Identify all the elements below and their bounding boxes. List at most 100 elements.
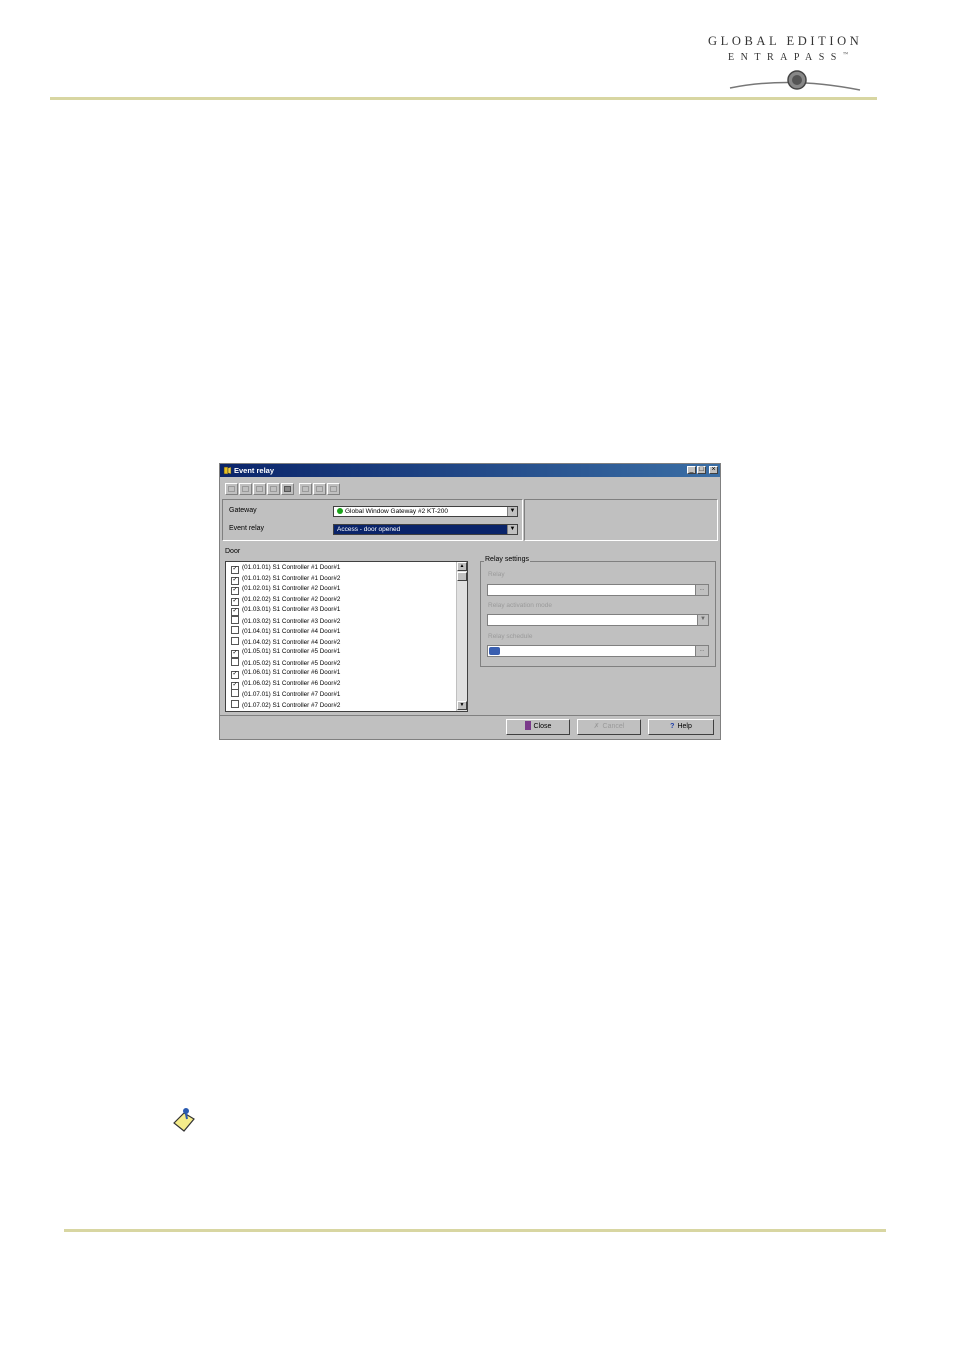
filter-icon: [316, 486, 323, 492]
maximize-button[interactable]: □: [697, 466, 706, 474]
browse-relay-button[interactable]: ...: [695, 585, 708, 595]
checkbox-unchecked-icon[interactable]: [231, 615, 239, 624]
delete-icon: [270, 486, 277, 492]
chevron-down-icon[interactable]: ▼: [697, 615, 708, 625]
find-tool[interactable]: [327, 483, 340, 495]
door-exit-icon: [524, 721, 531, 730]
binoculars-icon: [330, 486, 337, 492]
save-icon: [242, 486, 249, 492]
copy-tool[interactable]: [253, 483, 266, 495]
new-icon: [228, 486, 235, 492]
delete-tool[interactable]: [267, 483, 280, 495]
list-tool[interactable]: [299, 483, 312, 495]
door-list-item[interactable]: ✓ (01.02.01) S1 Controller #2 Door#1: [231, 584, 341, 595]
door-list-item-label: (01.05.02) S1 Controller #5 Door#2: [242, 659, 341, 667]
link-icon: [284, 486, 291, 492]
gateway-value: Global Window Gateway #2 KT-200: [345, 508, 448, 515]
relay-schedule-field[interactable]: ...: [487, 645, 709, 657]
relay-activation-mode-label: Relay activation mode: [488, 602, 552, 609]
relay-activation-mode-select[interactable]: ▼: [487, 614, 709, 626]
event-relay-select[interactable]: Access - door opened ▼: [333, 524, 518, 535]
note-icon: [173, 1108, 195, 1132]
door-list-item-label: (01.03.01) S1 Controller #3 Door#1: [242, 606, 341, 613]
close-button-label: Close: [533, 723, 552, 730]
close-button[interactable]: Close: [506, 719, 570, 735]
door-list-item[interactable]: (01.03.02) S1 Controller #3 Door#2: [231, 615, 341, 626]
door-list-item-label: (01.01.01) S1 Controller #1 Door#1: [242, 564, 341, 571]
close-window-button[interactable]: ×: [709, 466, 718, 474]
checkbox-unchecked-icon[interactable]: [231, 636, 239, 645]
cancel-button-label: Cancel: [602, 723, 625, 730]
door-list-item[interactable]: (01.04.02) S1 Controller #4 Door#2: [231, 636, 341, 647]
door-list-scrollbar[interactable]: ▲ ▼: [456, 562, 467, 711]
event-relay-label: Event relay: [229, 525, 265, 532]
relay-field[interactable]: ...: [487, 584, 709, 596]
door-list[interactable]: ✓ (01.01.01) S1 Controller #1 Door#1 ✓ (01.…: [225, 561, 468, 712]
new-record-tool[interactable]: [225, 483, 238, 495]
window-title: Event relay: [234, 466, 275, 475]
door-list-item[interactable]: ✓ (01.06.01) S1 Controller #6 Door#1: [231, 668, 341, 679]
door-list-item[interactable]: ✓ (01.01.01) S1 Controller #1 Door#1: [231, 563, 341, 574]
event-relay-value: Access - door opened: [337, 526, 401, 533]
event-relay-icon: [223, 466, 232, 475]
copy-icon: [256, 486, 263, 492]
filter-tool[interactable]: [313, 483, 326, 495]
cancel-icon: ✗: [593, 723, 600, 730]
relay-label: Relay: [488, 571, 505, 578]
door-list-item-label: (01.02.02) S1 Controller #2 Door#2: [242, 595, 341, 603]
checkbox-unchecked-icon[interactable]: [231, 689, 239, 697]
door-list-item[interactable]: ✓ (01.05.01) S1 Controller #5 Door#1: [231, 647, 340, 658]
door-list-item[interactable]: ✓ (01.06.02) S1 Controller #6 Door#2: [231, 679, 341, 690]
checkbox-unchecked-icon[interactable]: [231, 657, 239, 666]
help-button-label: Help: [677, 723, 692, 730]
door-list-item-label: (01.06.02) S1 Controller #6 Door#2: [242, 679, 341, 687]
door-list-item[interactable]: ✓ (01.02.02) S1 Controller #2 Door#2: [231, 595, 341, 606]
logo-entrapass-text: ENTRAPASS: [728, 52, 843, 63]
door-list-item-label: (01.07.01) S1 Controller #7 Door#1: [242, 691, 341, 698]
chevron-down-icon[interactable]: ▼: [507, 507, 517, 516]
minimize-button[interactable]: _: [687, 466, 696, 474]
logo-entrapass: ENTRAPASS™: [728, 52, 878, 64]
scroll-thumb[interactable]: [457, 572, 467, 581]
door-list-item[interactable]: (01.05.02) S1 Controller #5 Door#2: [231, 657, 341, 668]
door-list-item-label: (01.03.02) S1 Controller #3 Door#2: [242, 617, 341, 625]
door-list-item[interactable]: ✓ (01.01.02) S1 Controller #1 Door#2: [231, 574, 341, 585]
logo-swoosh-icon: [729, 70, 861, 91]
checkbox-unchecked-icon[interactable]: [231, 626, 239, 634]
schedule-icon: [489, 647, 500, 655]
door-list-item-label: (01.04.02) S1 Controller #4 Door#2: [242, 638, 341, 646]
save-tool[interactable]: [239, 483, 252, 495]
footer-rule: [64, 1229, 886, 1232]
info-panel: [524, 499, 718, 541]
door-label: Door: [225, 548, 241, 555]
event-relay-window: Event relay _ □ × Gateway Global Window …: [219, 463, 721, 740]
checkbox-unchecked-icon[interactable]: [231, 699, 239, 708]
link-tool[interactable]: [281, 483, 294, 495]
logo-global-edition: GLOBAL EDITION: [708, 34, 863, 48]
gateway-select[interactable]: Global Window Gateway #2 KT-200 ▼: [333, 506, 518, 517]
logo-trademark: ™: [842, 52, 848, 58]
cancel-button[interactable]: ✗ Cancel: [577, 719, 641, 735]
help-button[interactable]: ? Help: [648, 719, 714, 735]
door-list-item[interactable]: (01.04.01) S1 Controller #4 Door#1: [231, 626, 340, 636]
door-list-item[interactable]: (01.07.01) S1 Controller #7 Door#1: [231, 689, 340, 699]
header-rule: [50, 97, 877, 100]
scroll-down-icon[interactable]: ▼: [457, 701, 467, 710]
relay-settings-title: Relay settings: [484, 556, 530, 563]
chevron-down-icon[interactable]: ▼: [507, 525, 517, 534]
scroll-up-icon[interactable]: ▲: [457, 562, 467, 571]
door-list-item-label: (01.01.02) S1 Controller #1 Door#2: [242, 574, 341, 582]
door-list-item[interactable]: (01.07.02) S1 Controller #7 Door#2: [231, 699, 341, 710]
door-list-item-label: (01.07.02) S1 Controller #7 Door#2: [242, 701, 341, 709]
door-list-item-label: (01.02.01) S1 Controller #2 Door#1: [242, 585, 341, 592]
help-icon: ?: [670, 723, 675, 730]
door-list-item[interactable]: ✓ (01.03.01) S1 Controller #3 Door#1: [231, 605, 341, 616]
gateway-status-icon: [337, 508, 343, 514]
list-icon: [302, 486, 309, 492]
gateway-label: Gateway: [229, 507, 257, 514]
bottom-separator: [220, 715, 720, 716]
door-list-item-label: (01.06.01) S1 Controller #6 Door#1: [242, 669, 341, 676]
relay-schedule-label: Relay schedule: [488, 633, 533, 640]
browse-schedule-button[interactable]: ...: [695, 646, 708, 656]
title-bar[interactable]: Event relay _ □ ×: [220, 464, 720, 477]
